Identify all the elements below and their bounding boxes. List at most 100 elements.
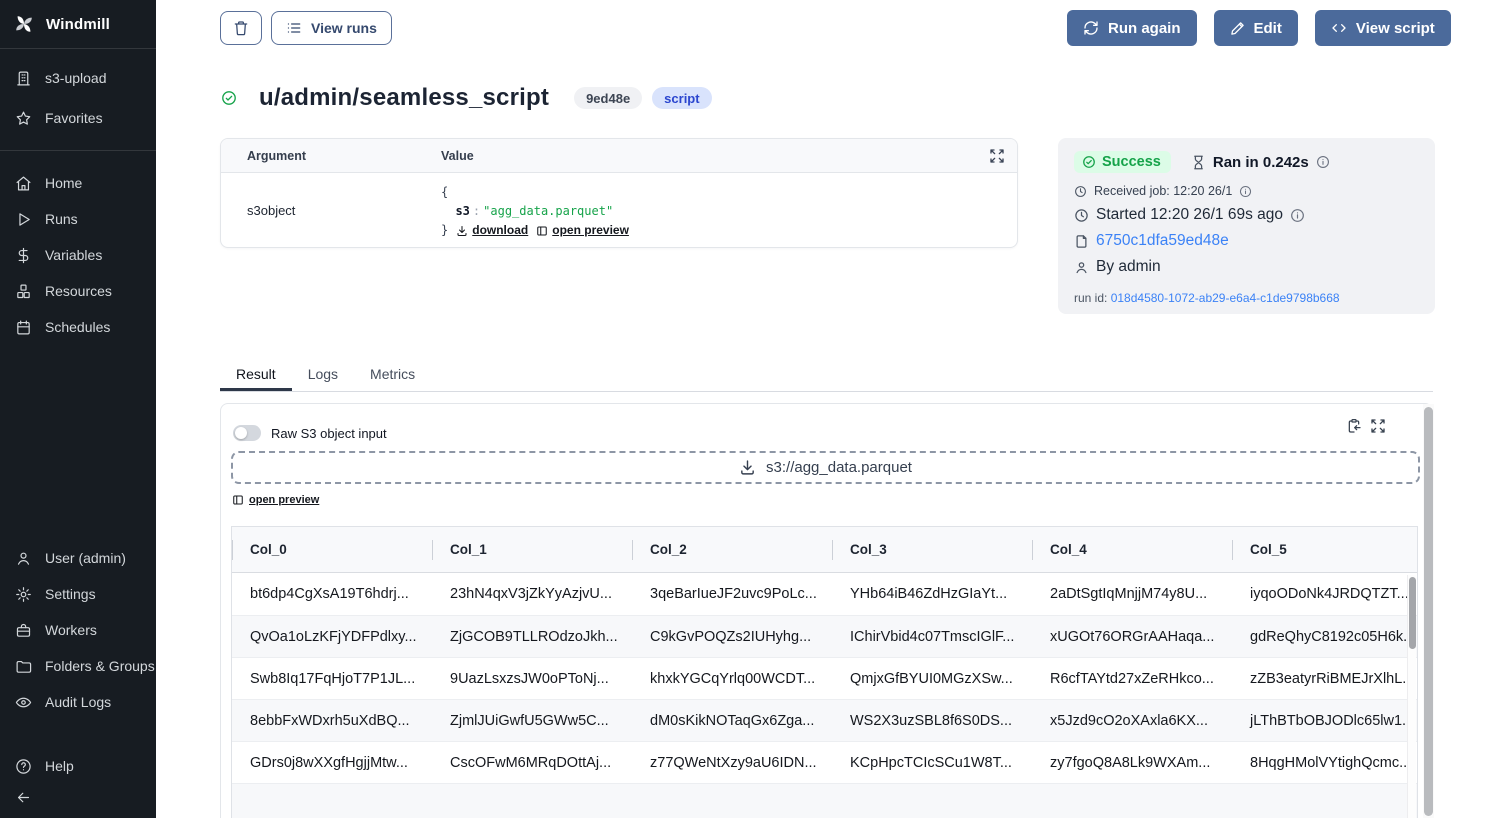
sidebar-item-label: Audit Logs: [45, 694, 111, 710]
clock-icon: [1074, 208, 1089, 223]
run-again-label: Run again: [1108, 20, 1181, 37]
received-label: Received job: 12:20 26/1: [1094, 184, 1232, 198]
result-panel-actions: [1346, 418, 1386, 434]
table-scrollbar[interactable]: [1407, 575, 1416, 818]
view-script-button[interactable]: View script: [1315, 10, 1451, 46]
sidebar-collapse-button[interactable]: [0, 784, 156, 810]
table-cell: iyqoODoNk4JRDQTZT...: [1232, 586, 1417, 602]
app-window: Windmill s3-upload Favorites: [0, 0, 1493, 818]
view-runs-button[interactable]: View runs: [271, 11, 392, 45]
table-cell: R6cfTAYtd27xZeRHkco...: [1032, 671, 1232, 687]
sidebar-item-variables[interactable]: Variables: [0, 237, 156, 273]
sidebar-item-label: Workers: [45, 622, 97, 638]
open-preview-label: open preview: [552, 221, 629, 240]
open-preview-link[interactable]: open preview: [536, 221, 629, 240]
tab-logs[interactable]: Logs: [292, 364, 354, 391]
raw-s3-toggle-row: Raw S3 object input: [233, 425, 387, 441]
table-cell: x5Jzd9cO2oXAxla6KX...: [1032, 713, 1232, 729]
sidebar-item-folders-groups[interactable]: Folders & Groups: [0, 648, 156, 684]
user-icon: [15, 550, 32, 567]
toolbar-left: View runs: [220, 11, 392, 45]
status-badge: Success: [1074, 151, 1171, 173]
worker-link[interactable]: 6750c1dfa59ed48e: [1096, 232, 1229, 250]
table-cell: ZjGCOB9TLLROdzoJkh...: [432, 629, 632, 645]
arguments-header: Argument Value: [221, 139, 1017, 173]
edit-button[interactable]: Edit: [1214, 10, 1298, 46]
tab-result[interactable]: Result: [220, 364, 292, 391]
table-cell: xUGOt76ORGrAAHaqa...: [1032, 629, 1232, 645]
table-cell: dM0sKikNOTaqGx6Zga...: [632, 713, 832, 729]
info-icon[interactable]: [1239, 185, 1252, 198]
sidebar-item-home[interactable]: Home: [0, 165, 156, 201]
sidebar-item-label: Schedules: [45, 319, 110, 335]
table-cell: 23hN4qxV3jZkYyAzjvU...: [432, 586, 632, 602]
title-row: u/admin/seamless_script 9ed48e script: [221, 84, 712, 112]
table-scrollbar-thumb[interactable]: [1409, 577, 1416, 649]
delete-run-button[interactable]: [220, 11, 262, 45]
table-cell: IChirVbid4c07TmscIGlF...: [832, 629, 1032, 645]
table-cell: YHb64iB46ZdHzGIaYt...: [832, 586, 1032, 602]
result-panel: Raw S3 object input s3://agg_data.parque…: [220, 403, 1433, 818]
run-info-card: Success Ran in 0.242s Received job: 12:2…: [1058, 138, 1435, 314]
table-cell: zy7fgoQ8A8Lk9WXAm...: [1032, 755, 1232, 771]
expand-icon[interactable]: [989, 148, 1005, 164]
brand[interactable]: Windmill: [0, 0, 156, 49]
download-label: download: [472, 221, 528, 240]
sidebar-item-label: User (admin): [45, 550, 126, 566]
table-cell: CscOFwM6MRqDOttAj...: [432, 755, 632, 771]
table-cell: WS2X3uzSBL8f6S0DS...: [832, 713, 1032, 729]
sidebar-item-runs[interactable]: Runs: [0, 201, 156, 237]
sidebar-item-s3-upload[interactable]: s3-upload: [0, 58, 156, 98]
expand-icon[interactable]: [1370, 418, 1386, 434]
view-script-label: View script: [1356, 20, 1435, 37]
raw-s3-toggle-label: Raw S3 object input: [271, 426, 387, 441]
worker-icon: [1074, 234, 1089, 249]
argument-value-json: { s3:"agg_data.parquet" } download: [441, 173, 629, 248]
run-id-link[interactable]: 018d4580-1072-ab29-e6a4-c1de9798b668: [1111, 291, 1340, 305]
briefcase-icon: [15, 622, 32, 639]
run-again-button[interactable]: Run again: [1067, 10, 1197, 46]
hash-badge: 9ed48e: [574, 87, 642, 109]
sidebar-item-label: Variables: [45, 247, 102, 263]
sidebar-item-label: Settings: [45, 586, 96, 602]
result-table-body: bt6dp4CgXsA19T6hdrj... 23hN4qxV3jZkYyAzj…: [232, 573, 1417, 783]
sidebar-item-label: Resources: [45, 283, 112, 299]
result-tabs: Result Logs Metrics: [220, 364, 1433, 392]
kind-badge: script: [652, 87, 711, 109]
tab-metrics[interactable]: Metrics: [354, 364, 431, 391]
raw-s3-toggle[interactable]: [233, 425, 261, 441]
sidebar-item-user[interactable]: User (admin): [0, 540, 156, 576]
result-scrollbar[interactable]: [1423, 404, 1434, 818]
s3-file-download-button[interactable]: s3://agg_data.parquet: [231, 451, 1420, 484]
sidebar-item-workers[interactable]: Workers: [0, 612, 156, 648]
result-scrollbar-thumb[interactable]: [1424, 407, 1433, 816]
sidebar-bottom: User (admin) Settings Workers: [0, 540, 156, 810]
clock-icon: [1074, 185, 1087, 198]
panel-preview-icon: [536, 225, 548, 237]
info-icon[interactable]: [1290, 208, 1305, 223]
sidebar-item-audit-logs[interactable]: Audit Logs: [0, 684, 156, 720]
person-icon: [1074, 260, 1089, 275]
help-icon: [15, 758, 32, 775]
run-id-row: run id: 018d4580-1072-ab29-e6a4-c1de9798…: [1074, 291, 1419, 305]
clipboard-copy-icon[interactable]: [1346, 418, 1362, 434]
sidebar-item-settings[interactable]: Settings: [0, 576, 156, 612]
worker-row: 6750c1dfa59ed48e: [1074, 232, 1419, 250]
hourglass-icon: [1191, 155, 1206, 170]
column-header: Col_4: [1032, 527, 1232, 573]
sidebar-item-label: Folders & Groups: [45, 658, 155, 674]
sidebar-item-favorites[interactable]: Favorites: [0, 98, 156, 138]
check-circle-icon: [221, 90, 237, 106]
download-link[interactable]: download: [456, 221, 528, 240]
sidebar-item-help[interactable]: Help: [0, 748, 156, 784]
status-label: Success: [1102, 154, 1161, 170]
calendar-icon: [15, 319, 32, 336]
sidebar-item-label: s3-upload: [45, 70, 107, 86]
json-brace-open: {: [441, 185, 448, 199]
info-icon[interactable]: [1316, 155, 1330, 169]
sidebar-item-schedules[interactable]: Schedules: [0, 309, 156, 345]
trash-icon: [233, 20, 249, 36]
sidebar-item-resources[interactable]: Resources: [0, 273, 156, 309]
table-cell: zZB3eatyrRiBMEJrXlhL...: [1232, 671, 1417, 687]
open-preview-link[interactable]: open preview: [232, 494, 319, 506]
